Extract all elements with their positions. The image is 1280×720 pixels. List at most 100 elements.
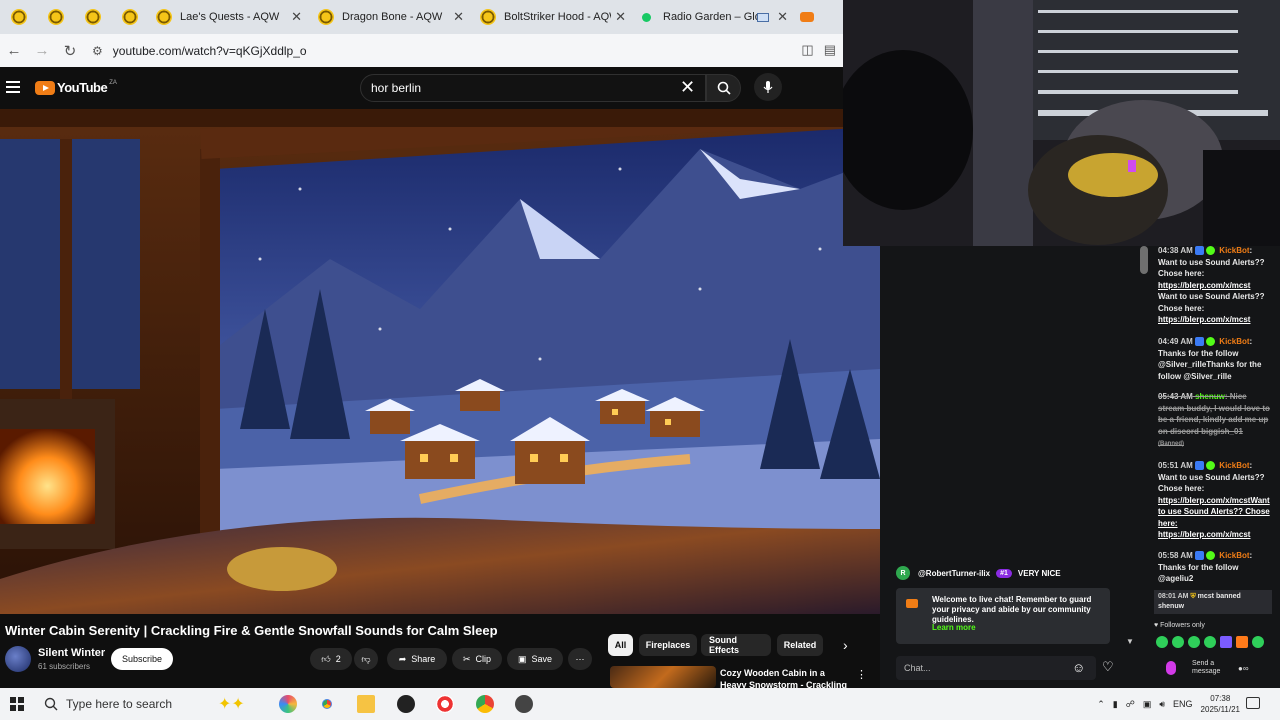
network-icon[interactable]: ☍ (1126, 699, 1135, 710)
emote-icon[interactable] (1156, 636, 1168, 648)
message-link-2[interactable]: https://blerp.com/x/mcst (1158, 530, 1250, 539)
emote-icon[interactable] (1252, 636, 1264, 648)
chip-related[interactable]: Related (777, 634, 823, 656)
emoji-icon[interactable]: ☺ (1072, 660, 1085, 675)
show-hidden-icons-icon[interactable]: ⌃ (1097, 699, 1105, 710)
sparkle-icon[interactable]: ✦✦ (218, 694, 252, 714)
tab-dragon-bone[interactable]: Dragon Bone - AQW ✕ (310, 0, 472, 34)
save-label: Save (531, 654, 553, 664)
forward-button[interactable]: → (28, 37, 56, 65)
tab-strip: Lae's Quests - AQW ✕ Dragon Bone - AQW ✕… (0, 0, 843, 34)
volume-icon[interactable]: 🔊︎ (1159, 699, 1165, 710)
display-icon[interactable]: ▣ (1143, 699, 1152, 710)
tab-laes-quests[interactable]: Lae's Quests - AQW ✕ (148, 0, 310, 34)
send-message-area[interactable]: Send a message ●∞ (1160, 656, 1270, 680)
tab-close-icon[interactable]: ✕ (291, 9, 302, 25)
emote-icon[interactable] (1236, 636, 1248, 648)
message-user[interactable]: KickBot (1219, 337, 1249, 346)
install-app-icon[interactable]: ◫ (801, 42, 813, 58)
emote-icon[interactable] (1172, 636, 1184, 648)
tab-aqw-2[interactable] (37, 0, 74, 34)
channel-avatar[interactable] (5, 646, 31, 672)
tab-close-icon[interactable]: ✕ (777, 9, 788, 25)
tab-aqw-3[interactable] (74, 0, 111, 34)
search-input[interactable]: hor berlin (360, 74, 706, 102)
tab-aqw-4[interactable] (111, 0, 148, 34)
message-user[interactable]: KickBot (1219, 461, 1249, 470)
message-time: 08:01 AM (1158, 593, 1189, 600)
emote-icon[interactable] (1204, 636, 1216, 648)
url-box[interactable]: ⚙ youtube.com/watch?v=qKGjXddlp_o ◫ ▤ (84, 37, 844, 64)
chrome-alt-icon[interactable] (476, 695, 494, 713)
learn-more-link[interactable]: Learn more (932, 623, 976, 632)
copilot-icon[interactable] (279, 695, 297, 713)
app-icon[interactable] (436, 695, 454, 713)
chip-fireplaces[interactable]: Fireplaces (639, 634, 697, 656)
more-actions-button[interactable]: ⋯ (568, 648, 592, 670)
message-text: VERY NICE (1017, 568, 1061, 578)
microphone-tray-icon[interactable]: ▮ (1113, 699, 1118, 710)
chrome-icon[interactable] (318, 695, 336, 713)
people-icon[interactable]: ●∞ (1238, 664, 1249, 673)
message-link[interactable]: https://blerp.com/x/mcstWant to use Soun… (1158, 496, 1270, 528)
share-button[interactable]: ➦ Share (387, 648, 447, 670)
taskbar-search-placeholder[interactable]: Type here to search (66, 697, 172, 711)
tab-radio-garden[interactable]: Radio Garden – Glob ✕ (634, 0, 796, 34)
message-user[interactable]: @RobertTurner-ilix (918, 569, 990, 578)
notifications-icon[interactable] (1246, 697, 1260, 709)
tab-youtube-active[interactable] (796, 0, 820, 34)
message-user[interactable]: mcst (1198, 593, 1214, 600)
subscribe-button[interactable]: Subscribe (111, 648, 173, 670)
tab-close-icon[interactable]: ✕ (615, 9, 626, 25)
clip-button[interactable]: ✂ Clip (452, 648, 502, 670)
windows-start-icon[interactable] (10, 697, 24, 711)
video-player[interactable] (0, 109, 880, 614)
chip-sound-effects[interactable]: Sound Effects (701, 634, 771, 656)
tab-close-icon[interactable]: ✕ (453, 9, 464, 25)
search-button[interactable] (706, 74, 741, 102)
chips-next-icon[interactable]: › (843, 637, 848, 653)
search-query[interactable]: hor berlin (371, 81, 421, 95)
related-more-icon[interactable]: ⋮ (856, 668, 867, 681)
heart-icon[interactable]: ♡ (1102, 659, 1114, 675)
scrollbar[interactable] (1140, 246, 1148, 274)
chat-placeholder[interactable]: Chat... (904, 663, 931, 673)
emote-icon[interactable] (1188, 636, 1200, 648)
game-app-icon[interactable] (515, 695, 533, 713)
dislike-button[interactable]: 👎︎ (354, 648, 378, 670)
file-explorer-icon[interactable] (357, 695, 375, 713)
channel-name[interactable]: Silent Winter (38, 647, 105, 659)
obs-icon[interactable] (397, 695, 415, 713)
save-button[interactable]: ▣ Save (507, 648, 563, 670)
youtube-logo[interactable]: YouTube ZA (35, 80, 117, 95)
chat-input[interactable]: Chat... (896, 656, 1096, 680)
related-video-thumbnail[interactable] (610, 666, 716, 688)
webcam-overlay (843, 0, 1280, 246)
reload-button[interactable]: ↻ (56, 37, 84, 65)
url-text[interactable]: youtube.com/watch?v=qKGjXddlp_o (113, 44, 307, 58)
send-placeholder[interactable]: Send a message (1192, 660, 1232, 676)
menu-icon[interactable] (6, 81, 20, 93)
translate-icon[interactable]: ▤ (824, 42, 836, 58)
tab-aqw-1[interactable] (0, 0, 37, 34)
tab-boltstriker-hood[interactable]: BoltStriker Hood - AQW ✕ (472, 0, 634, 34)
scroll-down-icon[interactable]: ▼ (1126, 637, 1134, 646)
message-link[interactable]: https://blerp.com/x/mcst (1158, 281, 1250, 290)
chip-all[interactable]: All (608, 634, 633, 656)
microphone-icon[interactable] (1166, 661, 1176, 675)
language-indicator[interactable]: ENG (1173, 699, 1193, 709)
voice-search-button[interactable] (754, 73, 782, 101)
message-text: Want to use Sound Alerts?? Chose here: (1158, 472, 1265, 494)
clock[interactable]: 07:38 2025/11/21 (1201, 693, 1240, 715)
like-button[interactable]: 👍︎ 2 (310, 648, 352, 670)
message-user[interactable]: KickBot (1219, 551, 1249, 560)
clear-search-icon[interactable]: ✕ (680, 77, 695, 98)
back-button[interactable]: ← (0, 37, 28, 65)
emote-icon[interactable] (1220, 636, 1232, 648)
message-link-2[interactable]: https://blerp.com/x/mcst (1158, 315, 1250, 324)
message-user[interactable]: KickBot (1219, 246, 1249, 255)
site-settings-icon[interactable]: ⚙ (92, 44, 103, 58)
chat-message: 05:51 AM KickBot: Want to use Sound Aler… (1158, 461, 1270, 539)
aqw-favicon-icon (84, 9, 101, 25)
message-user[interactable]: shenuw (1195, 392, 1225, 401)
